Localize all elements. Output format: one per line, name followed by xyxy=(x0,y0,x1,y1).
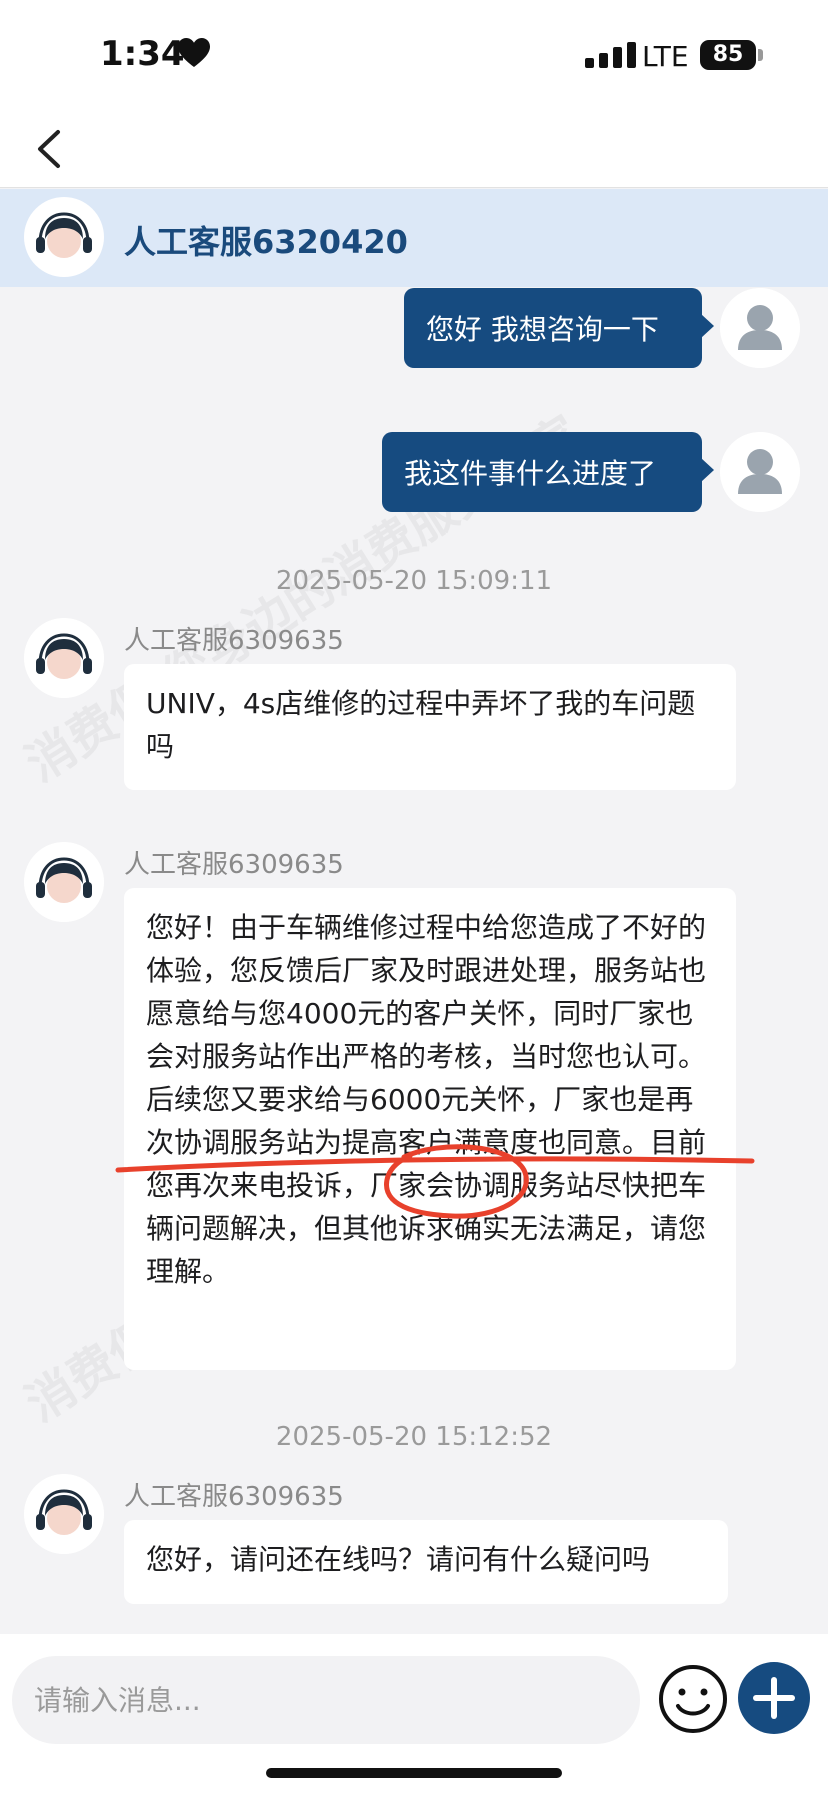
agent-avatar-icon xyxy=(24,1474,104,1554)
message-text: 我这件事什么进度了 xyxy=(404,457,657,490)
outgoing-message: 我这件事什么进度了 xyxy=(382,432,714,512)
emoji-icon xyxy=(659,1665,727,1733)
agent-avatar-icon xyxy=(24,842,104,922)
user-avatar-icon xyxy=(720,432,800,512)
battery-indicator: 85 xyxy=(700,40,756,70)
add-button[interactable] xyxy=(738,1662,810,1734)
status-bar: 1:34 LTE 85 xyxy=(0,0,828,110)
agent-header: 人工客服6320420 xyxy=(0,189,828,287)
sender-name: 人工客服6309635 xyxy=(124,850,344,880)
incoming-message: 您好，请问还在线吗？请问有什么疑问吗 xyxy=(124,1520,728,1604)
signal-icon xyxy=(585,42,636,68)
incoming-message: 您好！由于车辆维修过程中给您造成了不好的体验，您反馈后厂家及时跟进处理，服务站也… xyxy=(124,888,736,1370)
user-avatar-icon xyxy=(720,288,800,368)
nav-bar xyxy=(0,110,828,188)
message-input[interactable] xyxy=(12,1656,640,1744)
network-type: LTE xyxy=(642,40,689,73)
status-time: 1:34 xyxy=(100,34,185,74)
battery-tip xyxy=(758,49,763,61)
agent-avatar-icon xyxy=(24,618,104,698)
message-text: UNIV，4s店维修的过程中弄坏了我的车问题吗 xyxy=(146,687,696,763)
agent-avatar-icon xyxy=(24,197,104,277)
message-timestamp: 2025-05-20 15:12:52 xyxy=(275,1422,553,1452)
message-text: 您好！由于车辆维修过程中给您造成了不好的体验，您反馈后厂家及时跟进处理，服务站也… xyxy=(146,911,707,1288)
outgoing-message: 您好 我想咨询一下 xyxy=(404,288,714,368)
agent-name: 人工客服6320420 xyxy=(124,223,408,261)
back-icon[interactable] xyxy=(30,126,70,172)
sender-name: 人工客服6309635 xyxy=(124,1482,344,1512)
sender-name: 人工客服6309635 xyxy=(124,626,344,656)
home-indicator xyxy=(266,1768,562,1778)
message-text: 您好，请问还在线吗？请问有什么疑问吗 xyxy=(146,1543,651,1576)
message-text: 您好 我想咨询一下 xyxy=(426,313,659,346)
plus-icon xyxy=(753,1677,795,1719)
emoji-button[interactable] xyxy=(658,1664,728,1734)
incoming-message: UNIV，4s店维修的过程中弄坏了我的车问题吗 xyxy=(124,664,736,790)
heart-icon xyxy=(178,38,210,67)
message-timestamp: 2025-05-20 15:09:11 xyxy=(275,566,553,596)
